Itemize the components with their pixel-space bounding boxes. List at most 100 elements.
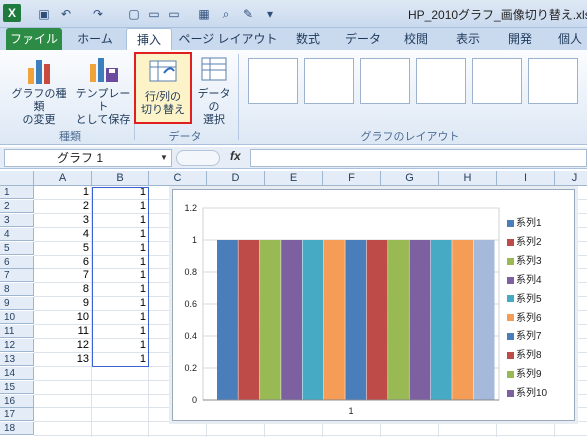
new-file-icon[interactable]: ▢ [126,6,142,22]
select-data-button[interactable]: データの 選択 [194,54,234,127]
name-box[interactable]: グラフ 1 [4,149,172,167]
cell-a[interactable]: 12 [34,339,92,352]
bar [217,240,238,400]
excel-logo-icon[interactable]: X [3,4,21,22]
gridline [34,435,587,437]
chart-layout-6[interactable] [528,58,578,104]
open-folder-icon[interactable]: ▭ [146,6,162,22]
cell-a[interactable]: 13 [34,353,92,366]
column-header[interactable]: F [323,171,381,186]
tab-review[interactable]: 校閲 [394,28,438,50]
spelling-icon[interactable]: ✎ [240,6,256,22]
cell-a[interactable]: 5 [34,242,92,255]
cell-a[interactable]: 7 [34,269,92,282]
chart-layout-4[interactable] [416,58,466,104]
cell-a[interactable]: 2 [34,200,92,213]
row-header[interactable]: 9 [0,297,34,311]
tab-developer[interactable]: 開発 [498,28,542,50]
row-header[interactable]: 8 [0,283,34,297]
tab-data[interactable]: データ [338,28,388,50]
formula-expander[interactable] [176,150,220,166]
formula-input[interactable] [250,149,587,167]
row-header[interactable]: 3 [0,213,34,227]
switch-row-column-button[interactable]: 行/列の 切り替え [134,52,192,124]
y-tick-label: 1.2 [184,203,197,213]
cell-a[interactable]: 8 [34,283,92,296]
row-header[interactable]: 4 [0,227,34,241]
column-header[interactable]: D [207,171,265,186]
tab-view[interactable]: 表示 [446,28,490,50]
row-header[interactable]: 16 [0,394,34,408]
legend-swatch [507,314,514,322]
name-box-dropdown-icon[interactable]: ▼ [160,153,168,162]
row-header[interactable]: 1 [0,186,34,199]
row-header[interactable]: 7 [0,269,34,283]
tab-page-layout[interactable]: ページ レイアウト [178,28,278,50]
row-header[interactable]: 13 [0,352,34,366]
change-chart-type-label: グラフの種類 の変更 [11,88,67,126]
group-separator [238,54,239,140]
worksheet-grid[interactable]: A B C D E F G H I J 1 2 3 4 5 6 7 8 9 10 11 12 13 14 1… [0,171,587,437]
gridline [34,421,587,423]
tab-file[interactable]: ファイル [6,28,62,50]
row-header[interactable]: 5 [0,241,34,255]
legend-label: 系列3 [516,255,542,267]
row-header[interactable]: 6 [0,255,34,269]
chart-layout-1[interactable] [248,58,298,104]
formula-bar: グラフ 1 ▼ fx [0,147,587,169]
column-header[interactable]: C [149,171,207,186]
row-header[interactable]: 17 [0,408,34,422]
column-header[interactable]: I [497,171,555,186]
legend-label: 系列1 [516,218,542,229]
redo-icon[interactable]: ↷ [90,6,106,22]
save-icon[interactable]: ▣ [36,6,52,22]
tab-home[interactable]: ホーム [70,28,120,50]
column-header[interactable]: B [92,171,149,186]
legend-label: 系列8 [516,350,542,362]
bar [430,240,452,400]
chart-object[interactable]: 0 0.2 0.4 0.6 0.8 1 1.2 1 系列1 系列2 系列3 系列4 系列5 系列6 系列7… [172,189,575,421]
cell-a[interactable]: 6 [34,256,92,269]
customize-arrow-icon[interactable]: ▾ [262,6,278,22]
cell-a[interactable]: 11 [34,325,92,338]
legend-entry: 系列1 [507,214,542,229]
calendar-icon[interactable]: ▦ [196,6,212,22]
row-header[interactable]: 2 [0,199,34,213]
column-header[interactable]: A [34,171,92,186]
chart-layout-3[interactable] [360,58,410,104]
row-header[interactable]: 15 [0,380,34,394]
row-header[interactable]: 14 [0,366,34,380]
cell-a[interactable]: 9 [34,297,92,310]
y-tick-label: 0.6 [184,299,197,309]
x-category-label: 1 [348,406,353,416]
undo-icon[interactable]: ↶ [58,6,74,22]
row-header[interactable]: 11 [0,325,34,338]
cell-a[interactable]: 10 [34,311,92,324]
column-header[interactable]: H [439,171,497,186]
chart-layout-2[interactable] [304,58,354,104]
column-header[interactable]: E [265,171,323,186]
tab-formulas[interactable]: 数式 [286,28,330,50]
cell-a[interactable]: 3 [34,214,92,227]
save-as-template-button[interactable]: テンプレート として保存 [72,54,134,127]
insert-function-button[interactable]: fx [230,149,241,163]
tab-personal[interactable]: 個人 [548,28,587,50]
legend-entry: 系列6 [507,309,542,324]
row-header[interactable]: 12 [0,338,34,352]
row-header[interactable]: 18 [0,422,34,436]
tab-insert[interactable]: 挿入 [126,28,172,50]
column-header[interactable]: G [381,171,439,186]
row-header[interactable]: 10 [0,311,34,325]
column-header[interactable]: J [555,171,587,186]
bar [409,240,431,400]
chart-layout-5[interactable] [472,58,522,104]
legend-entry: 系列5 [507,290,542,305]
select-all-corner[interactable] [0,171,34,186]
folder-icon[interactable]: ▭ [166,6,182,22]
legend-label: 系列6 [516,312,542,324]
switch-row-column-icon [146,57,180,89]
change-chart-type-button[interactable]: グラフの種類 の変更 [8,54,70,127]
cell-a[interactable]: 1 [34,186,92,199]
cell-a[interactable]: 4 [34,228,92,241]
print-preview-icon[interactable]: ⌕ [218,6,234,22]
